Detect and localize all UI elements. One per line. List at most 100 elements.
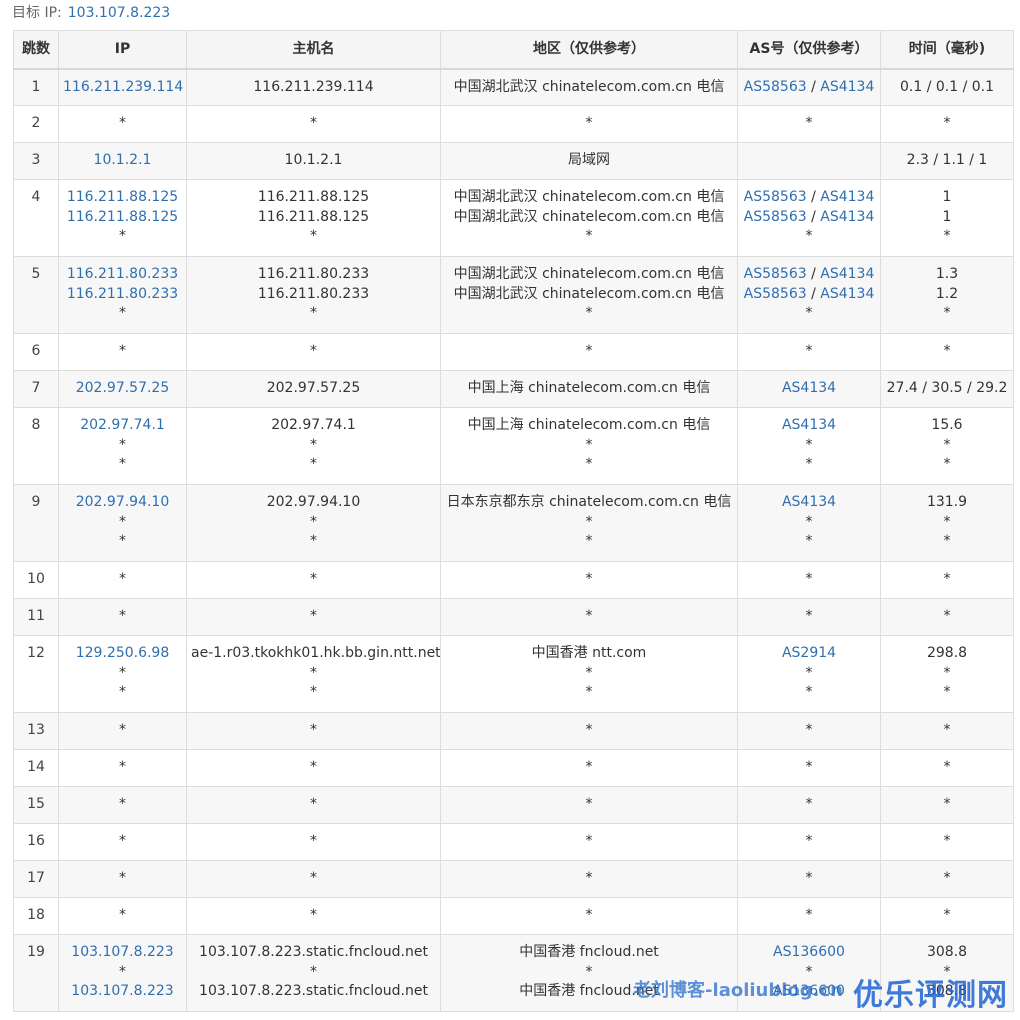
as-link[interactable]: AS136600 [773, 983, 845, 999]
ip-link[interactable]: 103.107.8.223 [63, 982, 182, 1002]
as-line [742, 151, 876, 171]
as-line: * [742, 664, 876, 684]
as-timeout: * [805, 664, 813, 681]
as-link[interactable]: AS4134 [820, 286, 874, 302]
region-text: * [585, 833, 593, 849]
ip-link[interactable]: 202.97.74.1 [63, 416, 182, 436]
as-line: AS4134 [742, 379, 876, 399]
as-line: AS58563 / AS4134 [742, 285, 876, 305]
ip-link[interactable]: 202.97.94.10 [63, 493, 182, 513]
region-cell: 中国香港 ntt.com * * [440, 635, 738, 713]
hostname-text: 116.211.88.125 [257, 208, 370, 225]
table-row: 4 116.211.88.125 116.211.88.125 * 116.211.88… [13, 179, 1014, 257]
time-cell: * [880, 860, 1014, 898]
ip-link[interactable]: 116.211.80.233 [63, 285, 182, 305]
as-link[interactable]: AS4134 [782, 380, 836, 396]
header-region: 地区（仅供参考） [440, 30, 738, 70]
hop-cell: 7 [13, 370, 59, 408]
region-cell: * [440, 712, 738, 750]
time-text: 27.4 / 30.5 / 29.2 [886, 380, 1008, 396]
ip-link[interactable]: 129.250.6.98 [63, 644, 182, 664]
ip-link[interactable]: 103.107.8.223 [63, 943, 182, 963]
as-cell: * [737, 897, 881, 935]
table-row: 16 * * * * * [13, 823, 1014, 861]
time-cell: * [880, 897, 1014, 935]
ip-cell: 10.1.2.1 [58, 142, 187, 180]
hop-cell: 3 [13, 142, 59, 180]
as-cell: * [737, 561, 881, 599]
as-link[interactable]: AS58563 [744, 209, 807, 225]
region-cell: 中国湖北武汉 chinatelecom.com.cn 电信 中国湖北武汉 chin… [440, 256, 738, 334]
as-link[interactable]: AS58563 [744, 286, 807, 302]
as-line: * [742, 342, 876, 362]
as-link[interactable]: AS2914 [782, 645, 836, 661]
region-text: * [585, 513, 593, 530]
as-link[interactable]: AS4134 [820, 79, 874, 95]
hostname-text: * [310, 343, 317, 359]
as-cell: * [737, 786, 881, 824]
region-text: * [585, 722, 593, 738]
as-cell: AS58563 / AS4134 AS58563 / AS4134 * [737, 179, 881, 257]
as-separator: / [806, 78, 821, 95]
ip-cell: * [58, 897, 187, 935]
region-cell: * [440, 749, 738, 787]
hostname-text: ae-1.r03.tkokhk01.hk.bb.gin.ntt.net [191, 645, 441, 661]
ip-link[interactable]: 116.211.88.125 [63, 188, 182, 208]
as-timeout: * [805, 759, 813, 775]
as-line: * [742, 227, 876, 247]
time-cell: * [880, 333, 1014, 371]
as-link[interactable]: AS58563 [744, 189, 807, 205]
time-text: 1 [942, 208, 952, 225]
as-link[interactable]: AS4134 [820, 266, 874, 282]
hostname-cell: * [186, 749, 441, 787]
region-text: * [585, 436, 593, 453]
ip-link[interactable]: 10.1.2.1 [63, 151, 182, 171]
hostname-cell: ae-1.r03.tkokhk01.hk.bb.gin.ntt.net * * [186, 635, 441, 713]
table-row: 5 116.211.80.233 116.211.80.233 * 116.211.80… [13, 256, 1014, 334]
region-text: * [585, 533, 593, 549]
region-text: 中国湖北武汉 chinatelecom.com.cn 电信 [453, 208, 725, 225]
time-cell: 27.4 / 30.5 / 29.2 [880, 370, 1014, 408]
as-line: AS4134 [742, 416, 876, 436]
as-link[interactable]: AS4134 [782, 417, 836, 433]
ip-link[interactable]: 116.211.239.114 [63, 78, 183, 98]
ip-link[interactable]: 116.211.80.233 [63, 265, 182, 285]
hostname-text: * [310, 228, 317, 244]
as-cell: * [737, 860, 881, 898]
as-link[interactable]: AS4134 [820, 189, 874, 205]
region-cell: * [440, 105, 738, 143]
time-text: * [943, 513, 951, 530]
hostname-cell: 202.97.94.10 * * [186, 484, 441, 562]
hostname-cell: * [186, 105, 441, 143]
ip-link[interactable]: 116.211.88.125 [63, 208, 182, 228]
as-link[interactable]: AS58563 [744, 266, 807, 282]
as-link[interactable]: AS58563 [744, 79, 807, 95]
ip-timeout: * [119, 513, 126, 530]
as-link[interactable]: AS4134 [820, 209, 874, 225]
time-cell: * [880, 823, 1014, 861]
time-text: 1.3 [935, 266, 959, 282]
hop-cell: 4 [13, 179, 59, 257]
table-row: 17 * * * * * [13, 860, 1014, 898]
hop-cell: 1 [13, 68, 59, 106]
hop-cell: 11 [13, 598, 59, 636]
as-cell [737, 142, 881, 180]
hostname-cell: 202.97.74.1 * * [186, 407, 441, 485]
ip-cell: * [58, 105, 187, 143]
region-cell: * [440, 897, 738, 935]
header-ip: IP [58, 30, 187, 70]
hostname-text: 10.1.2.1 [284, 152, 343, 168]
table-header-row: 跳数 IP 主机名 地区（仅供参考） AS号（仅供参考） 时间（毫秒) [13, 30, 1014, 70]
ip-cell: 103.107.8.223 * 103.107.8.223 [58, 934, 187, 1012]
hop-cell: 8 [13, 407, 59, 485]
as-timeout: * [805, 513, 813, 530]
time-cell: 0.1 / 0.1 / 0.1 [880, 68, 1014, 106]
as-link[interactable]: AS136600 [773, 944, 845, 960]
as-line: * [742, 532, 876, 552]
as-link[interactable]: AS4134 [782, 494, 836, 510]
as-timeout: * [805, 963, 813, 980]
target-ip-value[interactable]: 103.107.8.223 [68, 5, 170, 21]
ip-timeout: * [119, 963, 126, 980]
ip-link[interactable]: 202.97.57.25 [63, 379, 182, 399]
time-text: 131.9 [926, 494, 968, 510]
